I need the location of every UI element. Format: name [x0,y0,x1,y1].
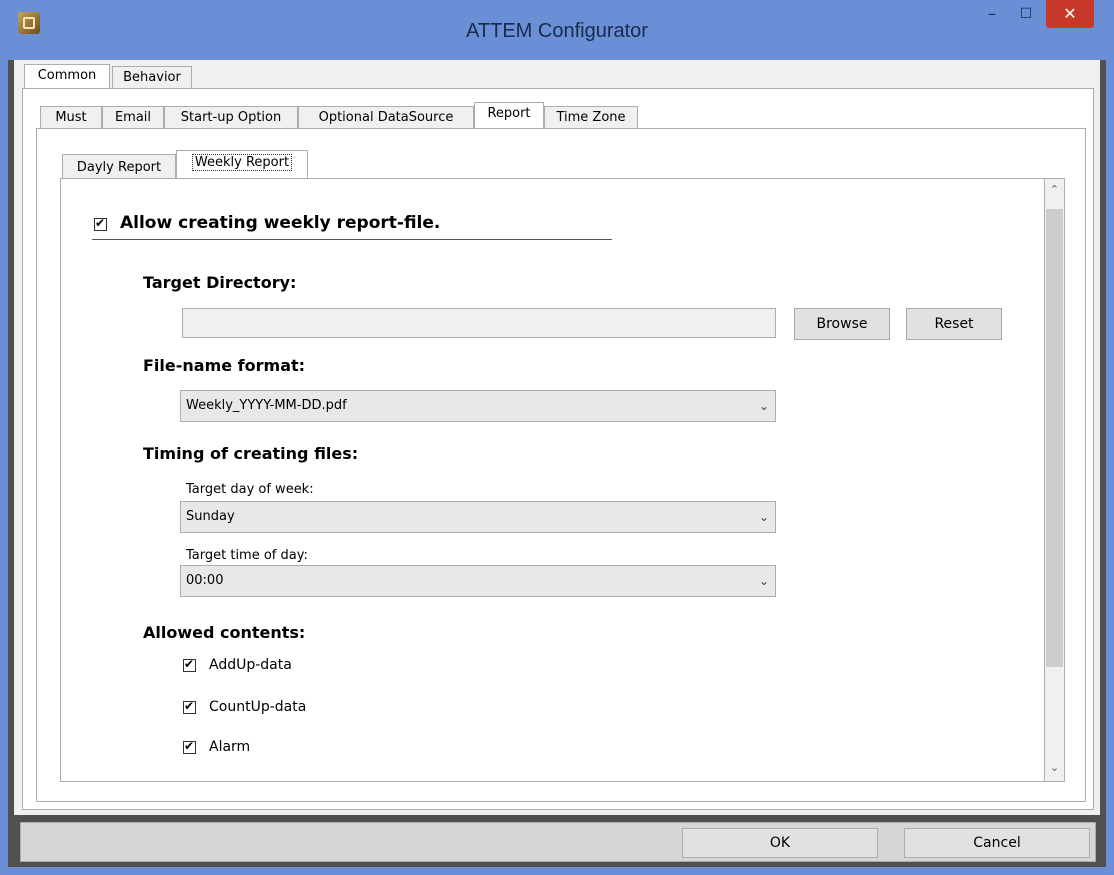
weekly-report-panel [60,178,1045,782]
tab-weekly-report-label: Weekly Report [191,154,293,171]
ok-button[interactable]: OK [682,828,878,858]
window-title: ATTEM Configurator [466,20,648,42]
allowed-contents-heading: Allowed contents: [143,623,306,642]
target-day-value: Sunday [186,509,235,524]
tab-dayly-report[interactable]: Dayly Report [62,154,176,180]
target-day-label: Target day of week: [186,482,314,497]
app-window: ATTEM Configurator – ☐ ✕ Common Behavior… [0,0,1114,875]
browse-button[interactable]: Browse [794,308,890,340]
filename-format-value: Weekly_YYYY-MM-DD.pdf [186,398,347,413]
minimize-button[interactable]: – [976,0,1008,28]
alarm-checkbox[interactable] [183,739,196,754]
allow-underline [92,239,612,240]
timing-heading: Timing of creating files: [143,444,359,463]
target-time-value: 00:00 [186,573,224,588]
maximize-button[interactable]: ☐ [1010,0,1042,28]
chevron-down-icon[interactable]: ⌄ [1045,761,1064,777]
tab-report[interactable]: Report [474,102,544,130]
tab-must[interactable]: Must [40,106,102,130]
chevron-down-icon: ⌄ [758,510,769,524]
target-time-select[interactable]: 00:00 ⌄ [180,565,776,597]
allow-weekly-label[interactable]: Allow creating weekly report-file. [120,213,440,233]
filename-format-heading: File-name format: [143,356,306,375]
title-bar[interactable]: ATTEM Configurator – ☐ ✕ [0,0,1114,60]
tab-email[interactable]: Email [102,106,164,130]
target-time-label: Target time of day: [186,548,308,563]
allow-weekly-checkbox[interactable] [94,216,107,231]
tab-behavior[interactable]: Behavior [112,66,192,90]
close-button[interactable]: ✕ [1046,0,1094,28]
chevron-down-icon: ⌄ [758,574,769,588]
tab-common[interactable]: Common [24,64,110,90]
tab-startup-option[interactable]: Start-up Option [164,106,298,130]
target-directory-input[interactable] [182,308,776,338]
countup-data-label[interactable]: CountUp-data [209,699,306,715]
target-day-select[interactable]: Sunday ⌄ [180,501,776,533]
cancel-button[interactable]: Cancel [904,828,1090,858]
chevron-up-icon[interactable]: ⌃ [1045,183,1064,199]
countup-data-checkbox[interactable] [183,699,196,714]
target-directory-heading: Target Directory: [143,273,297,292]
filename-format-select[interactable]: Weekly_YYYY-MM-DD.pdf ⌄ [180,390,776,422]
reset-button[interactable]: Reset [906,308,1002,340]
addup-data-checkbox[interactable] [183,657,196,672]
tab-optional-datasource[interactable]: Optional DataSource [298,106,474,130]
addup-data-label[interactable]: AddUp-data [209,657,292,673]
chevron-down-icon: ⌄ [758,399,769,413]
alarm-label[interactable]: Alarm [209,739,250,755]
tab-weekly-report[interactable]: Weekly Report [176,150,308,180]
vertical-scrollbar[interactable]: ⌃ ⌄ [1045,178,1065,782]
scrollbar-thumb[interactable] [1046,209,1063,667]
tab-time-zone[interactable]: Time Zone [544,106,638,130]
